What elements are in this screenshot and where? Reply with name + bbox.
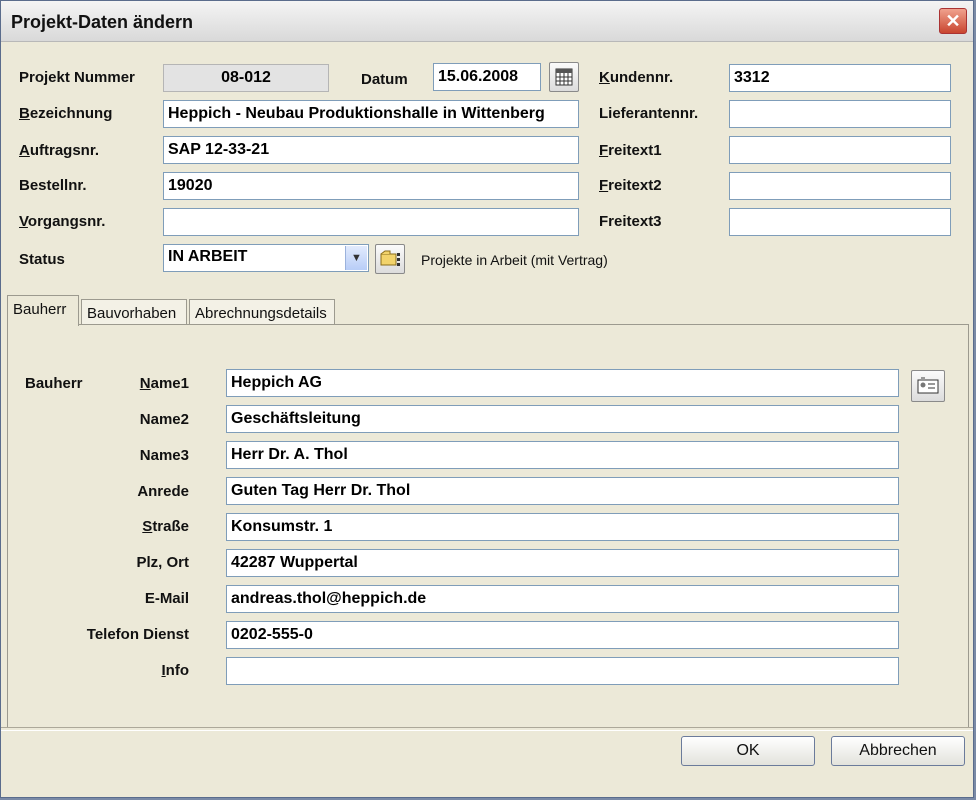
lieferantennr-label: Lieferantennr. [599,105,699,122]
plz-ort-label: Plz, Ort [136,554,189,571]
email-field[interactable]: andreas.thol@heppich.de [226,585,899,613]
bezeichnung-field[interactable]: Heppich - Neubau Produktionshalle in Wit… [163,100,579,128]
freitext3-label: Freitext3 [599,213,662,230]
bestellnr-field[interactable]: 19020 [163,172,579,200]
address-book-button[interactable] [911,370,945,402]
projekt-nummer-field: 08-012 [163,64,329,92]
freitext3-field[interactable] [729,208,951,236]
telefon-dienst-field[interactable]: 0202-555-0 [226,621,899,649]
name1-label: Name1 [139,375,189,392]
status-select[interactable]: IN ARBEIT ▼ [163,244,369,272]
email-label: E-Mail [144,590,189,607]
status-lookup-button[interactable] [375,244,405,274]
status-select-value: IN ARBEIT [168,248,248,265]
freitext2-field[interactable] [729,172,951,200]
chevron-down-icon[interactable]: ▼ [345,246,367,270]
dialog-window: Projekt-Daten ändern ✕ Projekt Nummer 08… [0,0,974,798]
vorgangsnr-label: Vorgangsnr. [19,213,106,230]
datum-label: Datum [361,71,408,88]
info-field[interactable] [226,657,899,685]
status-note: Projekte in Arbeit (mit Vertrag) [421,252,608,268]
strasse-field[interactable]: Konsumstr. 1 [226,513,899,541]
bestellnr-label: Bestellnr. [19,177,87,194]
vorgangsnr-field[interactable] [163,208,579,236]
telefon-dienst-label: Telefon Dienst [86,626,189,643]
title-bar[interactable]: Projekt-Daten ändern ✕ [1,1,973,42]
footer-divider [1,727,973,731]
projekt-nummer-label: Projekt Nummer [19,69,135,86]
ok-button[interactable]: OK [681,736,815,766]
calendar-button[interactable] [549,62,579,92]
close-icon[interactable]: ✕ [939,8,967,34]
tab-bauherr[interactable]: Bauherr [7,295,79,326]
window-title: Projekt-Daten ändern [11,12,194,32]
strasse-label: Straße [142,518,189,535]
tab-bauvorhaben[interactable]: Bauvorhaben [81,299,187,325]
kundennr-label: Kundennr. [599,69,674,86]
freitext2-label: Freitext2 [599,177,662,194]
folder-hand-icon [380,250,400,266]
address-card-icon [917,377,939,394]
anrede-label: Anrede [137,483,189,500]
datum-field[interactable]: 15.06.2008 [433,63,541,91]
name3-field[interactable]: Herr Dr. A. Thol [226,441,899,469]
status-label: Status [19,251,65,268]
calendar-icon [555,68,573,86]
auftragsnr-field[interactable]: SAP 12-33-21 [163,136,579,164]
name1-field[interactable]: Heppich AG [226,369,899,397]
freitext1-field[interactable] [729,136,951,164]
tab-abrechnungsdetails[interactable]: Abrechnungsdetails [189,299,335,325]
cancel-button[interactable]: Abbrechen [831,736,965,766]
name3-label: Name3 [139,447,189,464]
bezeichnung-label: Bezeichnung [19,105,113,122]
freitext1-label: Freitext1 [599,142,662,159]
plz-ort-field[interactable]: 42287 Wuppertal [226,549,899,577]
name2-field[interactable]: Geschäftsleitung [226,405,899,433]
kundennr-field[interactable]: 3312 [729,64,951,92]
info-label: Info [161,662,190,679]
name2-label: Name2 [139,411,189,428]
anrede-field[interactable]: Guten Tag Herr Dr. Thol [226,477,899,505]
lieferantennr-field[interactable] [729,100,951,128]
auftragsnr-label: Auftragsnr. [19,142,100,159]
